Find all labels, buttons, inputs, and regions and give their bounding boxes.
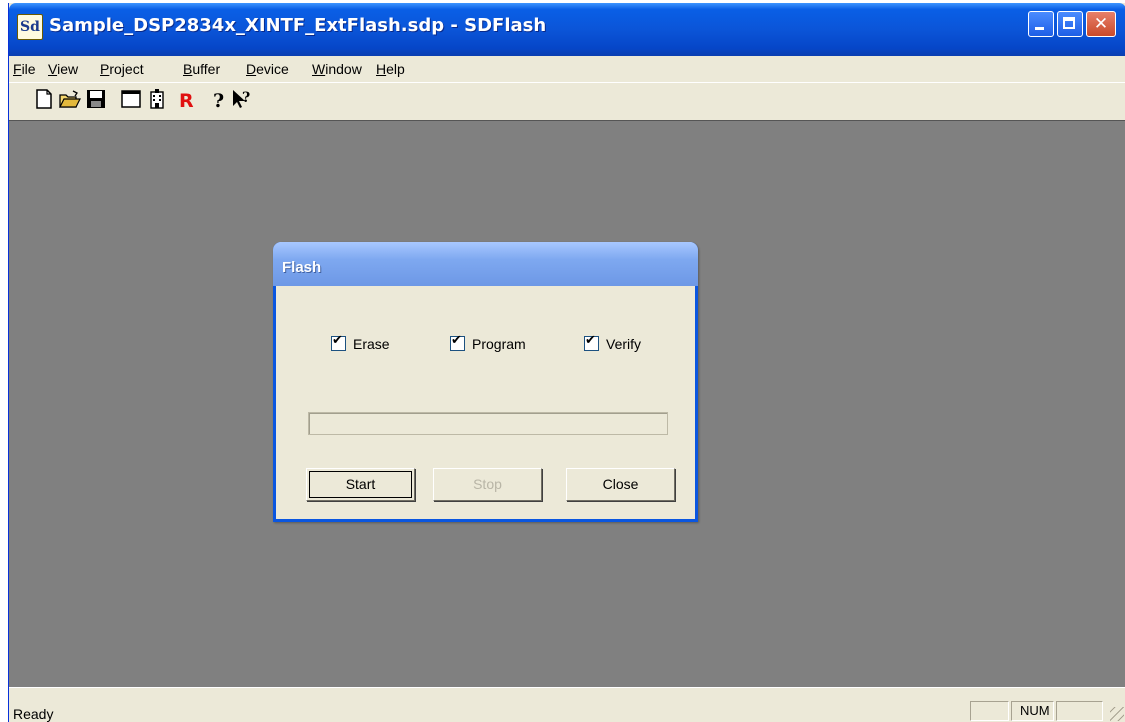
menu-bar: File View Project Buffer Device Window H… <box>9 56 1125 82</box>
program-checkbox[interactable]: Program <box>450 333 526 352</box>
program-label: Program <box>472 336 526 352</box>
stop-button[interactable]: Stop <box>433 468 542 501</box>
window-icon[interactable] <box>120 88 142 110</box>
verify-checkbox[interactable]: Verify <box>584 333 642 352</box>
reset-r-icon[interactable]: R <box>175 88 197 110</box>
context-help-icon[interactable]: ? <box>231 88 253 110</box>
window-title: Sample_DSP2834x_XINTF_ExtFlash.sdp - SDF… <box>49 15 547 36</box>
menu-project[interactable]: Project <box>100 61 144 77</box>
menu-view[interactable]: View <box>48 61 78 77</box>
save-icon[interactable] <box>85 88 107 110</box>
status-num: NUM <box>1011 701 1054 721</box>
svg-text:?: ? <box>213 90 224 110</box>
maximize-button[interactable] <box>1057 11 1083 37</box>
status-pane-scrl <box>1056 701 1103 721</box>
app-icon[interactable]: Sd <box>17 14 43 40</box>
close-window-button[interactable] <box>1086 11 1116 37</box>
menu-window[interactable]: Window <box>312 61 362 77</box>
resize-grip[interactable] <box>1110 707 1124 721</box>
erase-label: Erase <box>353 336 390 352</box>
erase-check-icon[interactable] <box>331 333 346 351</box>
help-icon[interactable]: ? <box>208 88 230 110</box>
menu-file[interactable]: File <box>13 61 36 77</box>
flash-dialog: Flash Erase Program Verify Start Stop Cl… <box>273 242 698 522</box>
verify-label: Verify <box>606 336 642 352</box>
verify-check-icon[interactable] <box>584 333 599 351</box>
title-bar[interactable]: Sd Sample_DSP2834x_XINTF_ExtFlash.sdp - … <box>9 3 1125 56</box>
status-bar: Ready NUM <box>9 687 1125 722</box>
start-button[interactable]: Start <box>306 468 415 501</box>
flash-progress-bar <box>308 412 668 435</box>
menu-device[interactable]: Device <box>246 61 289 77</box>
menu-help[interactable]: Help <box>376 61 405 77</box>
svg-text:?: ? <box>242 90 250 106</box>
close-button[interactable]: Close <box>566 468 675 501</box>
erase-checkbox[interactable]: Erase <box>331 333 390 352</box>
status-pane-empty <box>970 701 1009 721</box>
svg-text:R: R <box>179 90 194 110</box>
dialog-title: Flash <box>282 259 322 276</box>
status-text: Ready <box>13 706 54 722</box>
open-folder-icon[interactable] <box>59 88 81 110</box>
building-icon[interactable] <box>146 88 168 110</box>
minimize-button[interactable] <box>1028 11 1054 37</box>
dialog-title-bar[interactable]: Flash <box>273 242 698 286</box>
menu-buffer[interactable]: Buffer <box>183 61 220 77</box>
new-file-icon[interactable] <box>33 88 55 110</box>
program-check-icon[interactable] <box>450 333 465 351</box>
toolbar: R ? ? <box>9 82 1125 121</box>
